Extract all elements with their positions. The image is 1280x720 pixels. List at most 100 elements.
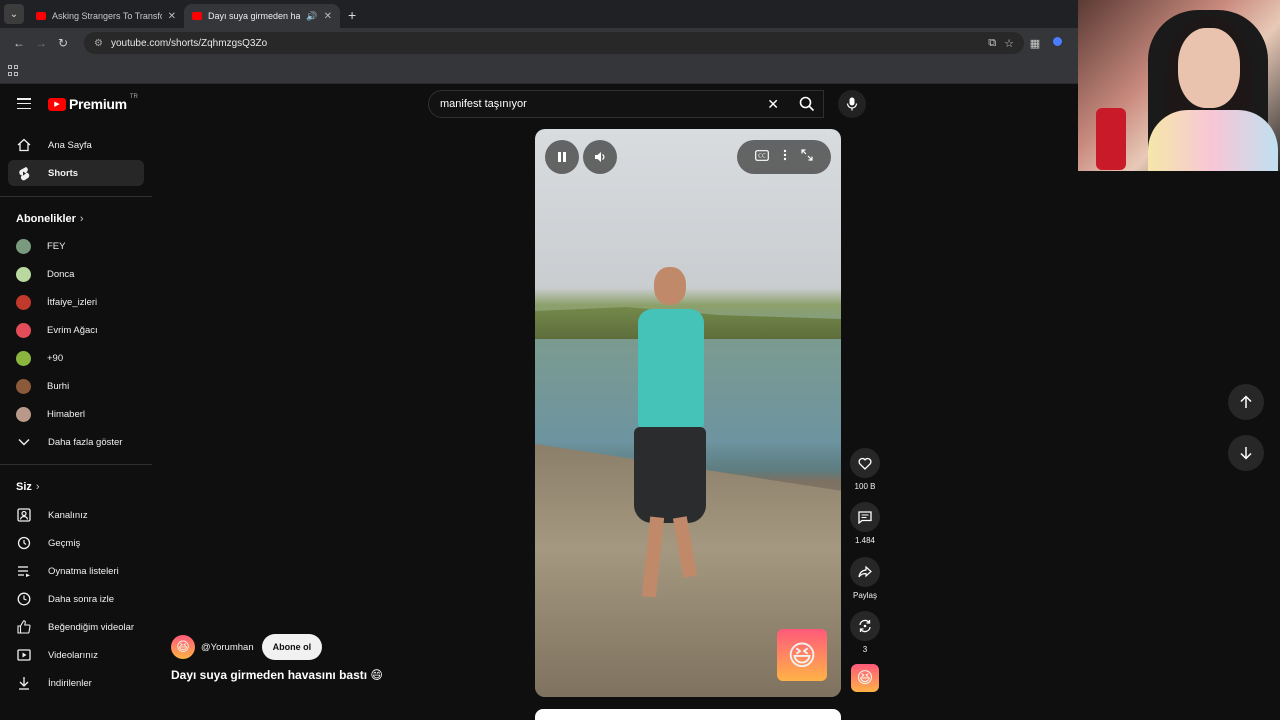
apps-grid-icon[interactable] (8, 65, 19, 76)
search-button[interactable] (788, 90, 826, 118)
sidebar-divider (0, 464, 152, 465)
tab-title: Asking Strangers To Transform (52, 11, 162, 21)
sidebar-item-history[interactable]: Geçmiş (8, 530, 144, 556)
youtube-header: ▶ Premium TR manifest taşınıyor ✕ (0, 84, 1280, 124)
country-code: TR (129, 94, 138, 100)
shorts-icon (16, 165, 32, 181)
close-tab-icon[interactable]: ✕ (168, 11, 176, 22)
remix-action[interactable]: 3 (849, 611, 881, 654)
sidebar-item-your-videos[interactable]: Videolarınız (8, 642, 144, 668)
browser-tab-1[interactable]: Asking Strangers To Transform ✕ (28, 4, 184, 28)
address-bar[interactable]: ⚙ youtube.com/shorts/ZqhmzgsQ3Zo ⧉ ☆ (84, 32, 1024, 54)
subscription-item[interactable]: FEY (8, 233, 144, 259)
share-button[interactable] (850, 557, 880, 587)
arrow-up-icon (1240, 395, 1252, 408)
logo-text: Premium (69, 96, 127, 112)
sidebar-item-label: Shorts (48, 167, 79, 179)
menu-icon[interactable] (17, 98, 31, 109)
sidebar-item-watch-later[interactable]: Daha sonra izle (8, 586, 144, 612)
next-short-preview[interactable] (535, 709, 841, 720)
extensions-icon[interactable]: ▦ (1024, 37, 1046, 50)
svg-text:CC: CC (758, 154, 766, 160)
next-short-button[interactable] (1228, 435, 1264, 471)
subscribe-button[interactable]: Abone ol (261, 634, 323, 660)
shorts-video-player[interactable]: CC 😆 (535, 129, 841, 697)
voice-search-button[interactable] (838, 90, 866, 118)
channel-avatar (16, 238, 31, 254)
profile-icon[interactable] (1046, 37, 1068, 49)
like-action[interactable]: 100 B (849, 448, 881, 491)
install-app-icon[interactable]: ⧉ (988, 37, 996, 50)
clock-icon (16, 591, 32, 607)
sidebar-item-liked-videos[interactable]: Beğendiğim videolar (8, 614, 144, 640)
share-icon (858, 566, 872, 578)
site-info-icon[interactable]: ⚙ (94, 38, 103, 49)
comment-button[interactable] (850, 502, 880, 532)
comment-count: 1.484 (854, 536, 876, 545)
subscriptions-heading[interactable]: Abonelikler › (16, 213, 84, 225)
subscription-item[interactable]: Himaberl (8, 401, 144, 427)
video-top-controls: CC (737, 140, 831, 174)
reload-button[interactable]: ↻ (52, 36, 74, 50)
channel-avatar (16, 378, 31, 394)
youtube-favicon-icon (36, 12, 46, 20)
fullscreen-icon[interactable] (801, 148, 813, 166)
previous-short-button[interactable] (1228, 384, 1264, 420)
youtube-favicon-icon (192, 12, 202, 20)
sound-thumbnail[interactable]: 😆 (851, 664, 879, 692)
share-label: Paylaş (852, 591, 877, 600)
you-heading[interactable]: Siz › (16, 481, 40, 493)
search-icon (799, 96, 815, 112)
sidebar-item-downloads[interactable]: İndirilenler (8, 670, 144, 696)
channel-avatar (16, 406, 31, 422)
channel-avatar[interactable]: 😆 (171, 635, 195, 659)
search-value: manifest taşınıyor (440, 98, 527, 110)
subscription-item[interactable]: İtfaiye_izleri (8, 289, 144, 315)
tab-search-button[interactable]: ⌄ (4, 4, 24, 24)
new-tab-button[interactable]: + (348, 7, 356, 23)
chevron-right-icon: › (79, 213, 84, 225)
tab-audio-icon[interactable]: 🔊 (306, 11, 317, 22)
back-button[interactable]: ← (8, 36, 30, 50)
channel-avatar (16, 294, 31, 310)
sidebar-item-your-channel[interactable]: Kanalınız (8, 502, 144, 528)
home-icon (16, 137, 32, 153)
forward-button[interactable]: → (30, 36, 52, 50)
more-options-icon[interactable] (783, 148, 787, 166)
download-icon (16, 675, 32, 691)
chevron-down-icon (16, 434, 32, 450)
video-icon (16, 647, 32, 663)
video-title[interactable]: Dayı suya girmeden havasını bastı 😄 (171, 668, 383, 682)
browser-tab-2[interactable]: Dayı suya girmeden havası 🔊 ✕ (184, 4, 340, 28)
captions-icon[interactable]: CC (755, 148, 769, 166)
search-input[interactable]: manifest taşınıyor ✕ (428, 90, 824, 118)
sidebar-item-shorts[interactable]: Shorts (8, 160, 144, 186)
sidebar-item-home[interactable]: Ana Sayfa (8, 132, 144, 158)
clear-search-icon[interactable]: ✕ (767, 96, 779, 113)
subscription-item[interactable]: +90 (8, 345, 144, 371)
bookmark-star-icon[interactable]: ☆ (1004, 37, 1014, 50)
channel-sticker: 😆 (777, 629, 827, 681)
remix-button[interactable] (850, 611, 880, 641)
subscription-item[interactable]: Evrim Ağacı (8, 317, 144, 343)
youtube-logo[interactable]: ▶ Premium TR (48, 94, 138, 112)
like-button[interactable] (850, 448, 880, 478)
channel-info: 😆 @Yorumhan Abone ol (171, 634, 323, 660)
subscription-item[interactable]: Donca (8, 261, 144, 287)
remix-count: 3 (862, 645, 868, 654)
channel-icon (16, 507, 32, 523)
show-more-button[interactable]: Daha fazla göster (8, 429, 144, 455)
arrow-down-icon (1240, 447, 1252, 460)
channel-handle[interactable]: @Yorumhan (201, 642, 254, 653)
pause-button[interactable] (545, 140, 579, 174)
sidebar-item-playlists[interactable]: Oynatma listeleri (8, 558, 144, 584)
share-action[interactable]: Paylaş (849, 557, 881, 600)
thumbs-up-icon (16, 619, 32, 635)
subscription-item[interactable]: Burhi (8, 373, 144, 399)
heart-icon (858, 457, 872, 470)
comment-action[interactable]: 1.484 (849, 502, 881, 545)
volume-button[interactable] (583, 140, 617, 174)
close-tab-icon[interactable]: ✕ (324, 11, 332, 22)
browser-tab-bar: ⌄ Asking Strangers To Transform ✕ Dayı s… (0, 0, 1078, 28)
volume-icon (595, 152, 605, 162)
